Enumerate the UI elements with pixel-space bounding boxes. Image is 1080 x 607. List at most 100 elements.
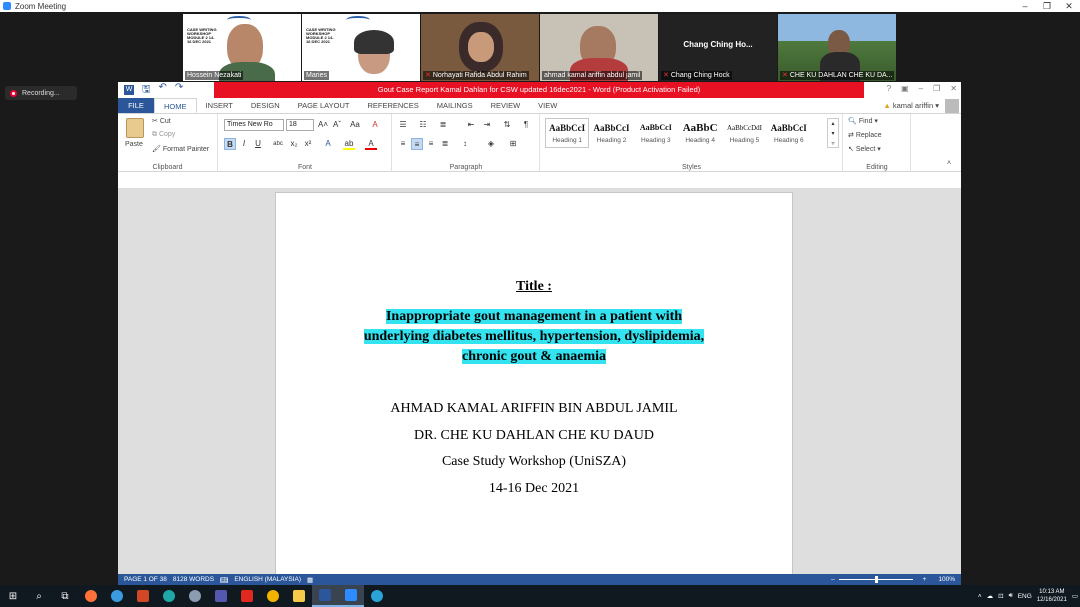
chrome-icon[interactable]	[260, 585, 286, 607]
highlight-icon[interactable]: ab	[343, 138, 355, 150]
strikethrough-button[interactable]: abc	[272, 138, 284, 150]
page-count[interactable]: PAGE 1 OF 38	[124, 576, 167, 583]
tab-home[interactable]: HOME	[154, 98, 197, 113]
minimize-button[interactable]: –	[1014, 0, 1036, 12]
style-heading-3[interactable]: AaBbCcI Heading 3	[634, 118, 678, 148]
clock[interactable]: 10:13 AM 12/16/2021	[1037, 588, 1067, 604]
justify-icon[interactable]: ≣	[439, 138, 451, 150]
minimize-button[interactable]: –	[919, 84, 923, 93]
powerpoint-icon[interactable]	[130, 585, 156, 607]
task-view-icon[interactable]: ⧉	[52, 585, 78, 607]
zoom-slider-thumb[interactable]	[874, 576, 878, 583]
replace-button[interactable]: ⇄ Replace	[848, 131, 882, 139]
acrobat-icon[interactable]	[234, 585, 260, 607]
user-account[interactable]: ▲ kamal ariffin ▾	[883, 98, 961, 113]
participant-tile[interactable]: CASE WRITING WORKSHOP MODULE 2 14-16 DEC…	[183, 14, 301, 81]
borders-icon[interactable]: ⊞	[507, 138, 519, 150]
edge-icon[interactable]	[104, 585, 130, 607]
superscript-button[interactable]: x²	[302, 138, 314, 150]
line-spacing-icon[interactable]: ↕	[459, 138, 471, 150]
tab-design[interactable]: DESIGN	[242, 98, 289, 113]
word-taskbar-icon[interactable]	[312, 585, 338, 607]
tab-references[interactable]: REFERENCES	[358, 98, 427, 113]
ribbon-display-icon[interactable]: ▣	[901, 84, 909, 93]
document-area[interactable]: Title : Inappropriate gout management in…	[118, 188, 961, 574]
language-indicator[interactable]: ENG	[1018, 593, 1032, 600]
style-heading-6[interactable]: AaBbCcI Heading 6	[767, 118, 811, 148]
style-heading-4[interactable]: AaBbC Heading 4	[678, 118, 722, 148]
font-color-icon[interactable]: A	[365, 138, 377, 150]
close-button[interactable]: ✕	[1058, 0, 1080, 12]
zoom-out-icon[interactable]: –	[831, 576, 835, 583]
onedrive-icon[interactable]: ☁	[987, 592, 994, 600]
help-icon[interactable]: ?	[887, 84, 891, 93]
proofing-icon[interactable]: 📖︎	[220, 576, 228, 584]
network-icon[interactable]: ⊡	[998, 592, 1003, 600]
select-button[interactable]: ↖ Select ▾	[848, 145, 881, 153]
clear-formatting-icon[interactable]: A	[369, 119, 381, 131]
zoom-in-icon[interactable]: +	[923, 576, 927, 583]
paste-button[interactable]: Paste	[125, 141, 143, 148]
participant-tile[interactable]: ✕ Norhayati Rafida Abdul Rahim	[421, 14, 539, 81]
tab-review[interactable]: REVIEW	[482, 98, 530, 113]
participant-tile[interactable]: ahmad kamal ariffin abdul jamil	[540, 14, 658, 81]
participant-tile[interactable]: Chang Ching Ho... ✕ Chang Ching Hock	[659, 14, 777, 81]
paste-icon[interactable]	[126, 118, 144, 138]
word-count[interactable]: 8128 WORDS	[173, 576, 214, 583]
tab-file[interactable]: FILE	[118, 98, 154, 113]
shading-icon[interactable]: ◈	[485, 138, 497, 150]
text-effects-icon[interactable]: A	[322, 138, 334, 150]
grow-font-icon[interactable]: A˄	[317, 119, 329, 131]
language[interactable]: ENGLISH (MALAYSIA)	[234, 576, 301, 583]
search-icon[interactable]: ⌕	[26, 585, 52, 607]
tab-insert[interactable]: INSERT	[197, 98, 242, 113]
align-right-icon[interactable]: ≡	[425, 138, 437, 150]
teams-icon[interactable]	[208, 585, 234, 607]
bullets-icon[interactable]: ☰	[397, 119, 409, 131]
telegram-icon[interactable]	[364, 585, 390, 607]
style-heading-1[interactable]: AaBbCcI Heading 1	[545, 118, 590, 148]
file-explorer-icon[interactable]	[286, 585, 312, 607]
document-page[interactable]: Title : Inappropriate gout management in…	[275, 192, 793, 574]
sort-icon[interactable]: ⇅	[501, 119, 513, 131]
bold-button[interactable]: B	[224, 138, 236, 150]
increase-indent-icon[interactable]: ⇥	[481, 119, 493, 131]
copy-button[interactable]: ⧉ Copy	[152, 131, 175, 139]
app-icon[interactable]	[182, 585, 208, 607]
zoom-taskbar-icon[interactable]	[338, 585, 364, 607]
subscript-button[interactable]: x₂	[288, 138, 300, 150]
firefox-icon[interactable]	[78, 585, 104, 607]
decrease-indent-icon[interactable]: ⇤	[465, 119, 477, 131]
save-icon[interactable]: 🖫	[142, 82, 151, 99]
format-painter-button[interactable]: 🖌 Format Painter	[152, 145, 209, 153]
style-heading-2[interactable]: AaBbCcI Heading 2	[589, 118, 633, 148]
restore-button[interactable]: ❐	[933, 84, 940, 93]
change-case-icon[interactable]: Aa	[349, 119, 361, 131]
tab-view[interactable]: VIEW	[529, 98, 566, 113]
align-left-icon[interactable]: ≡	[397, 138, 409, 150]
italic-button[interactable]: I	[238, 138, 250, 150]
font-size-select[interactable]: 18	[286, 119, 314, 131]
shrink-font-icon[interactable]: Aˇ	[331, 119, 343, 131]
notifications-icon[interactable]: ▭	[1072, 592, 1078, 600]
close-button[interactable]: ✕	[950, 84, 957, 93]
multilevel-list-icon[interactable]: ≣	[437, 119, 449, 131]
zoom-slider[interactable]	[838, 576, 913, 583]
collapse-ribbon-icon[interactable]: ˄	[947, 160, 951, 167]
edge-chromium-icon[interactable]	[156, 585, 182, 607]
styles-scroll-icon[interactable]: ▴ ▾ ▿	[827, 118, 839, 148]
tab-mailings[interactable]: MAILINGS	[428, 98, 482, 113]
cut-button[interactable]: ✂ Cut	[152, 117, 171, 125]
recording-indicator[interactable]: Recording...	[5, 86, 77, 100]
find-button[interactable]: 🔍︎ Find ▾	[848, 117, 878, 125]
align-center-icon[interactable]: ≡	[411, 138, 423, 150]
volume-icon[interactable]: 🔊︎	[1009, 592, 1013, 600]
tab-page-layout[interactable]: PAGE LAYOUT	[289, 98, 359, 113]
zoom-level[interactable]: 100%	[938, 576, 955, 583]
redo-icon[interactable]: ↷	[175, 82, 183, 99]
underline-button[interactable]: U	[252, 138, 264, 150]
tray-chevron-icon[interactable]: ˄	[978, 593, 982, 600]
pilcrow-icon[interactable]: ¶	[520, 119, 532, 131]
numbering-icon[interactable]: ☷	[417, 119, 429, 131]
participant-tile[interactable]: CASE WRITING WORKSHOP MODULE 2 14-16 DEC…	[302, 14, 420, 81]
